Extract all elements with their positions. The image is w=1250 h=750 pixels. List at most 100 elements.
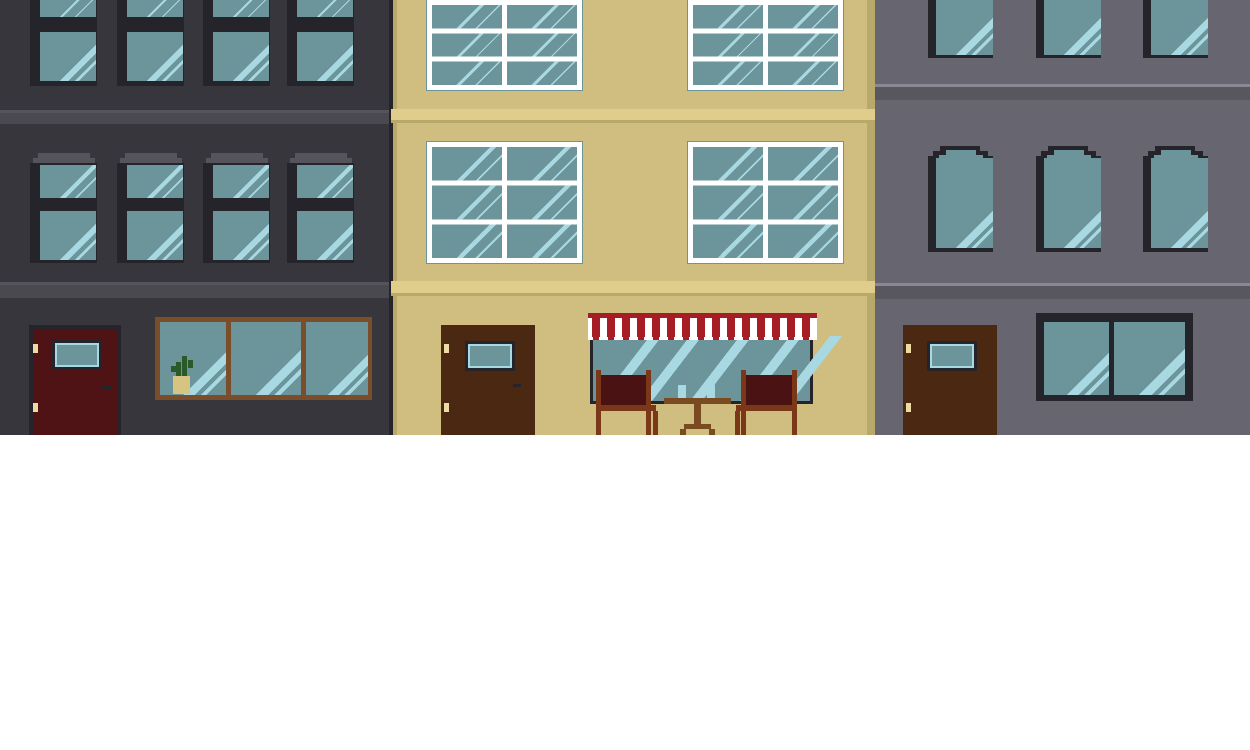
pane-glass [432, 61, 502, 85]
arch-top [290, 158, 352, 163]
window-pane [693, 185, 763, 220]
pane-glass [693, 61, 763, 85]
awning-scallop [698, 337, 704, 340]
pane-glass [507, 61, 577, 85]
awning-scallop [773, 337, 779, 340]
chair-post-right [646, 370, 651, 435]
window-pane [693, 147, 763, 181]
window-pane [693, 224, 763, 258]
window-pane [432, 61, 502, 85]
window-pane [432, 33, 502, 57]
chair-post-left [596, 370, 601, 435]
chair-leg [735, 411, 740, 435]
window-pane [693, 61, 763, 85]
chair-seat [736, 405, 796, 411]
chair-post-left [741, 370, 746, 435]
awning-scallop [683, 337, 689, 340]
pane-glass [507, 33, 577, 57]
arch-top [125, 153, 177, 158]
arch-top [33, 158, 95, 163]
awning-scallop [668, 337, 674, 340]
awning-scallop [638, 337, 644, 340]
gray-ledge-2-top [875, 283, 1250, 286]
plant-leaf-2 [182, 356, 187, 376]
window-pane [693, 33, 763, 57]
door-hinge-bottom [906, 403, 911, 412]
door-handle [101, 386, 111, 389]
pane-glass [693, 5, 763, 29]
dark-building-ledge-2-top [0, 282, 393, 285]
arch-top [295, 153, 347, 158]
pane-glass [936, 158, 993, 248]
pane-glass [768, 5, 838, 29]
table-leg-right [709, 429, 715, 435]
window-pane [507, 224, 577, 258]
door-hinge-top [33, 344, 38, 353]
plant-leaf-3 [188, 360, 193, 368]
cream-ledge-2 [391, 281, 875, 295]
chair-back [598, 375, 649, 406]
pane-glass [1044, 158, 1101, 248]
striped-awning [588, 313, 817, 340]
brown-door-middle[interactable] [441, 325, 535, 435]
window-pane [127, 0, 183, 17]
pane-glass [213, 0, 269, 17]
gray-building [875, 0, 1250, 435]
awning-scallop [713, 337, 719, 340]
arch-glass [1161, 150, 1191, 155]
window-pane [507, 61, 577, 85]
awning-scallop [653, 337, 659, 340]
door-hinge-top [906, 344, 911, 353]
pane-glass [432, 5, 502, 29]
cream-ledge-1-shadow [391, 120, 875, 123]
window-pane [507, 147, 577, 181]
cream-ledge-2-shadow [391, 293, 875, 296]
arch-top [211, 153, 263, 158]
awning-scallop [803, 337, 809, 340]
awning-scallop [608, 337, 614, 340]
window-pane [507, 33, 577, 57]
door-window-glass [932, 346, 972, 366]
door-hinge-bottom [444, 403, 449, 412]
window-pane [432, 5, 502, 29]
pane-glass [1151, 158, 1208, 248]
chair-post-right [792, 370, 797, 435]
maroon-door[interactable] [29, 325, 121, 435]
glass-cup-left [678, 385, 686, 398]
street-scene [0, 0, 1250, 750]
window-pane [507, 185, 577, 220]
awning-top [588, 313, 817, 318]
chair-leg [653, 411, 658, 435]
plant-leaf-1 [176, 362, 181, 376]
cream-building [391, 0, 875, 435]
door-window-glass [57, 345, 97, 365]
dark-building-ledge-1-top [0, 110, 393, 113]
window-pane [768, 147, 838, 181]
awning-scallop [788, 337, 794, 340]
window-pane [768, 33, 838, 57]
window-pane [693, 5, 763, 29]
awning-scallop [728, 337, 734, 340]
pane-glass [127, 0, 183, 17]
door-window-glass [470, 346, 510, 366]
pane-glass [432, 33, 502, 57]
window-pane [768, 61, 838, 85]
arch-top [120, 158, 182, 163]
window-pane [768, 185, 838, 220]
window-pane [432, 147, 502, 181]
table-stem [694, 404, 701, 424]
door-handle [513, 384, 521, 387]
brown-door-right[interactable] [903, 325, 997, 435]
door-hinge-bottom [33, 403, 38, 412]
glass-cup-right [707, 385, 715, 398]
pane-glass [40, 0, 96, 17]
window-pane [40, 0, 96, 17]
window-pane [432, 185, 502, 220]
table-leg-left [680, 429, 686, 435]
pane-glass [507, 5, 577, 29]
window-pane [297, 0, 353, 17]
arch-top [206, 158, 268, 163]
window-pane [768, 224, 838, 258]
pane-glass [693, 33, 763, 57]
window-pane [213, 0, 269, 17]
